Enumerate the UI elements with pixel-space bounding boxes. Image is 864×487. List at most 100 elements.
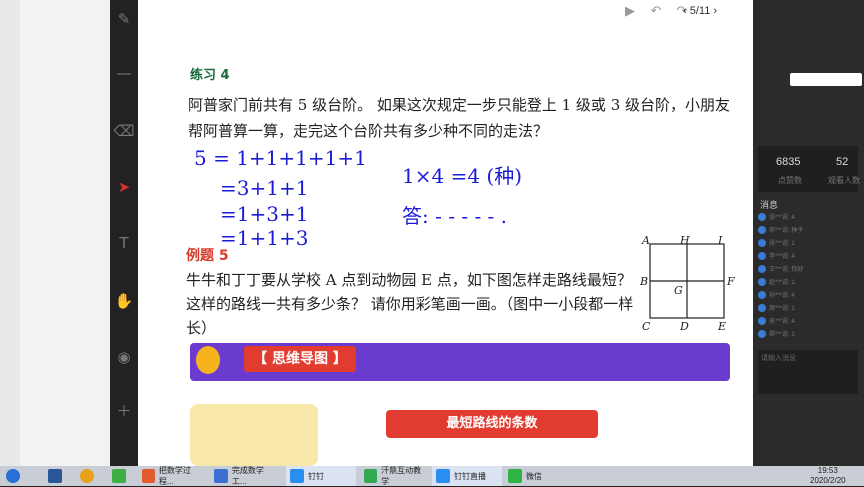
taskbar-item[interactable]: 把数学过程...: [138, 466, 206, 486]
mind-map-label: 【 思维导图 】: [244, 346, 356, 372]
app-icon: [142, 469, 155, 483]
app-icon: [112, 469, 126, 483]
avatar: [758, 212, 766, 221]
message-item: 吴***说: 4: [758, 314, 856, 327]
browser-app[interactable]: [76, 466, 98, 486]
avatar: [758, 277, 766, 286]
message-item: 李***说: 4: [758, 249, 856, 262]
example-title: 例题 5: [186, 248, 229, 264]
document-page: ▶ ↶ ↷ ‹ 5/11 › 练习 4 阿普家门前共有 5 级台阶。 如果这次规…: [138, 0, 753, 466]
grid-label: E: [717, 320, 726, 332]
viewers-label: 观看人数: [828, 176, 860, 185]
taskbar-item[interactable]: 汗鼎互动教学: [360, 466, 430, 486]
message-item: 张***说: 4: [758, 210, 856, 223]
message-text: 李***说: 4: [769, 254, 795, 260]
exercise-title: 练习 4: [190, 68, 230, 83]
example-text: 牛牛和丁丁要从学校 A 点到动物园 E 点，如下图怎样走路线最短？ 这样的路线一…: [186, 271, 634, 337]
avatar: [758, 303, 766, 312]
handwriting-line: 1×4 =4 (种): [402, 164, 523, 188]
grid-label: H: [679, 236, 690, 247]
likes-count: 6835: [776, 156, 801, 168]
next-page-icon[interactable]: ›: [713, 5, 717, 17]
message-text: 王***说: 你好: [769, 267, 804, 273]
grid-label: I: [717, 236, 723, 247]
avatar: [758, 290, 766, 299]
word-icon: [48, 469, 62, 483]
message-text: 赵***说: 1: [769, 280, 795, 286]
route-grid-diagram: A H I B G F C D E: [640, 236, 735, 332]
message-text: 孙***说: 4: [769, 293, 795, 299]
message-item: 张***说: 1: [758, 236, 856, 249]
pen-icon[interactable]: ✎: [113, 8, 135, 30]
windows-icon: [6, 469, 20, 483]
line-icon[interactable]: —: [113, 62, 135, 84]
video-icon[interactable]: ▶: [622, 4, 638, 20]
eraser-icon[interactable]: ⌫: [113, 120, 135, 142]
handwriting-line: =1+1+3: [220, 226, 309, 250]
exercise-text: 阿普家门前共有 5 级台阶。 如果这次规定一步只能登上 1 级或 3 级台阶，小…: [188, 96, 731, 140]
message-text: 邓***说: 种子: [769, 228, 804, 234]
message-text: 张***说: 4: [769, 215, 795, 221]
likes-label: 点赞数: [778, 176, 802, 185]
hand-icon[interactable]: ✋: [113, 290, 135, 312]
start-button[interactable]: [2, 466, 24, 486]
taskbar-item-label: 把数学过程...: [158, 466, 191, 486]
grid-label: G: [674, 284, 683, 297]
message-item: 周***说: 1: [758, 301, 856, 314]
taskbar-item[interactable]: 钉钉直播: [432, 466, 502, 486]
taskbar-item[interactable]: 钉钉: [286, 466, 356, 486]
message-input[interactable]: 请输入消息: [758, 350, 858, 394]
avatar: [758, 264, 766, 273]
left-toolbar: [0, 0, 110, 466]
viewers-count: 52: [836, 156, 849, 168]
grid-label: B: [640, 275, 648, 288]
avatar: [758, 329, 766, 338]
taskbar-item[interactable]: 完成数学工...: [210, 466, 282, 486]
text-icon[interactable]: T: [113, 232, 135, 254]
app-icon-button[interactable]: [108, 466, 130, 486]
handwriting-line: 5 = 1+1+1+1+1: [194, 146, 367, 170]
message-text: 张***说: 1: [769, 241, 795, 247]
taskbar-item-label: 钉钉直播: [454, 471, 486, 481]
app-icon: [290, 469, 304, 483]
avatar: [758, 225, 766, 234]
clock-date: 2020/2/20: [810, 476, 846, 485]
app-icon: [214, 469, 228, 483]
left-toolbar-strip: [0, 0, 20, 466]
prev-page-icon[interactable]: ‹: [683, 5, 687, 17]
grid-label: C: [642, 320, 651, 332]
word-app[interactable]: [44, 466, 66, 486]
page-indicator: ‹ 5/11 ›: [683, 5, 717, 17]
message-item: 邓***说: 种子: [758, 223, 856, 236]
browser-icon: [80, 469, 94, 483]
grid-label: D: [679, 320, 689, 332]
mascot-image: [190, 404, 318, 466]
taskbar-clock[interactable]: 19:53 2020/2/20: [810, 466, 846, 486]
pointer-icon[interactable]: ➤: [113, 176, 135, 198]
grid-label: F: [726, 275, 735, 288]
handwriting-line: =3+1+1: [220, 176, 309, 200]
taskbar-item-label: 完成数学工...: [231, 466, 264, 486]
message-text: 吴***说: 4: [769, 319, 795, 325]
taskbar-item[interactable]: 微信: [504, 466, 570, 486]
lightbulb-icon: [196, 346, 220, 374]
shortest-routes-label: 最短路线的条数: [386, 410, 598, 438]
undo-icon[interactable]: ↶: [648, 4, 664, 20]
grid-label: A: [641, 236, 650, 247]
input-method-bar[interactable]: [790, 73, 862, 86]
camera-icon[interactable]: ◉: [113, 346, 135, 368]
avatar: [758, 238, 766, 247]
document-toolbar: ▶ ↶ ↷: [622, 4, 690, 20]
message-text: 周***说: 1: [769, 306, 795, 312]
messages-list: 张***说: 4 邓***说: 种子 张***说: 1 李***说: 4 王**…: [758, 210, 856, 340]
message-item: 赵***说: 1: [758, 275, 856, 288]
avatar: [758, 316, 766, 325]
wechat-icon: [508, 469, 522, 483]
app-icon: [436, 469, 450, 483]
message-item: 孙***说: 4: [758, 288, 856, 301]
handwriting-line: =1+3+1: [220, 202, 309, 226]
clock-time: 19:53: [817, 466, 838, 475]
avatar: [758, 251, 766, 260]
add-icon[interactable]: ＋: [113, 400, 135, 422]
taskbar-item-label: 钉钉: [308, 471, 324, 481]
